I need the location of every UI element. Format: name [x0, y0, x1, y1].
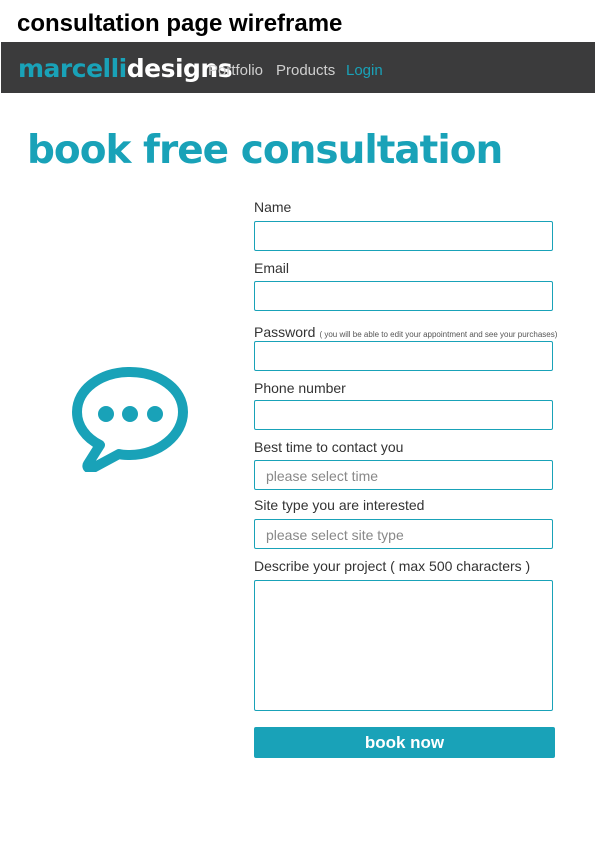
describe-label: Describe your project ( max 500 characte… [254, 558, 531, 574]
book-now-button[interactable]: book now [254, 727, 555, 758]
wireframe-caption: consultation page wireframe [17, 10, 343, 37]
nav-link-portfolio[interactable]: Portfolio [208, 62, 263, 79]
password-note: ( you will be able to edit your appointm… [319, 330, 558, 339]
brand-name-part1: marcelli [18, 54, 127, 83]
nav-link-login[interactable]: Login [346, 62, 383, 79]
password-field[interactable] [254, 341, 553, 371]
name-label: Name [254, 199, 292, 215]
nav-link-products[interactable]: Products [276, 62, 335, 79]
phone-field[interactable] [254, 400, 553, 430]
describe-textarea[interactable] [254, 580, 553, 711]
password-label: Password [254, 324, 316, 340]
navbar: marcellidesigns Portfolio Products Login [1, 42, 595, 93]
email-field[interactable] [254, 281, 553, 311]
site-type-label: Site type you are interested [254, 497, 425, 513]
brand-logo[interactable]: marcellidesigns [18, 54, 233, 83]
name-field[interactable] [254, 221, 553, 251]
password-label-row: Password( you will be able to edit your … [254, 324, 557, 340]
best-time-label: Best time to contact you [254, 439, 404, 455]
email-label: Email [254, 260, 290, 276]
chat-bubble-icon [72, 367, 188, 472]
best-time-select[interactable]: please select time [254, 460, 553, 490]
site-type-select[interactable]: please select site type [254, 519, 553, 549]
phone-label: Phone number [254, 380, 346, 396]
page-title: book free consultation [27, 128, 503, 173]
